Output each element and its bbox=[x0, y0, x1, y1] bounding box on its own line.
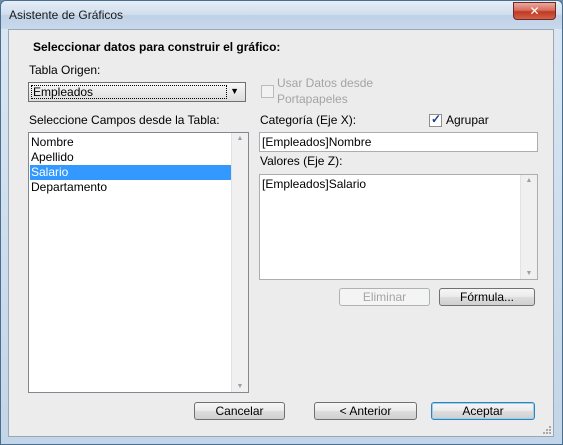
fields-scrollbar[interactable]: ▲ ▼ bbox=[231, 133, 248, 392]
fields-label: Seleccione Campos desde la Tabla: bbox=[29, 113, 220, 127]
group-label: Agrupar bbox=[446, 113, 489, 127]
list-item-selected[interactable]: Salario bbox=[30, 165, 233, 180]
checkmark-icon: ✓ bbox=[431, 112, 442, 126]
values-scrollbar[interactable]: ▲ ▼ bbox=[520, 175, 537, 279]
category-value: [Empleados]Nombre bbox=[262, 135, 372, 149]
use-clipboard-checkbox[interactable] bbox=[261, 85, 274, 98]
source-table-dropdown[interactable]: Empleados ▼ bbox=[28, 82, 246, 102]
category-field[interactable]: [Empleados]Nombre bbox=[259, 132, 538, 152]
scroll-up-icon[interactable]: ▲ bbox=[232, 135, 248, 142]
use-clipboard-label-line2: Portapapeles bbox=[277, 92, 348, 106]
scroll-down-icon[interactable]: ▼ bbox=[232, 383, 248, 390]
values-value: [Empleados]Salario bbox=[262, 177, 367, 191]
group-checkbox[interactable]: ✓ bbox=[429, 112, 442, 127]
chevron-down-icon: ▼ bbox=[230, 86, 239, 96]
dialog-heading: Seleccionar datos para construir el gráf… bbox=[33, 40, 281, 54]
scroll-down-icon[interactable]: ▼ bbox=[521, 270, 537, 277]
list-item[interactable]: Departamento bbox=[30, 180, 233, 195]
values-label: Valores (Eje Z): bbox=[260, 154, 343, 168]
title-bar[interactable]: Asistente de Gráficos ✕ bbox=[1, 1, 562, 29]
source-table-label: Tabla Origen: bbox=[29, 63, 101, 77]
resize-grip[interactable] bbox=[542, 425, 552, 435]
category-label: Categoría (Eje X): bbox=[260, 113, 357, 127]
accept-button[interactable]: Aceptar bbox=[431, 402, 535, 420]
chart-wizard-window: Asistente de Gráficos ✕ Seleccionar dato… bbox=[0, 0, 563, 445]
back-button[interactable]: < Anterior bbox=[314, 402, 417, 420]
window-title: Asistente de Gráficos bbox=[9, 8, 124, 22]
formula-button[interactable]: Fórmula... bbox=[439, 288, 535, 306]
close-icon: ✕ bbox=[529, 4, 540, 18]
remove-button[interactable]: Eliminar bbox=[339, 288, 430, 306]
list-item[interactable]: Apellido bbox=[30, 150, 233, 165]
close-button[interactable]: ✕ bbox=[513, 2, 556, 20]
list-item[interactable]: Nombre bbox=[30, 135, 233, 150]
scroll-up-icon[interactable]: ▲ bbox=[521, 177, 537, 184]
fields-listbox[interactable]: Nombre Apellido Salario Departamento ▲ ▼ bbox=[28, 132, 249, 393]
values-field[interactable]: [Empleados]Salario ▲ ▼ bbox=[259, 174, 538, 280]
dialog-body: Seleccionar datos para construir el gráf… bbox=[8, 29, 554, 437]
cancel-button[interactable]: Cancelar bbox=[194, 402, 285, 420]
source-table-value: Empleados bbox=[33, 85, 94, 99]
use-clipboard-label-line1: Usar Datos desde bbox=[277, 76, 374, 90]
